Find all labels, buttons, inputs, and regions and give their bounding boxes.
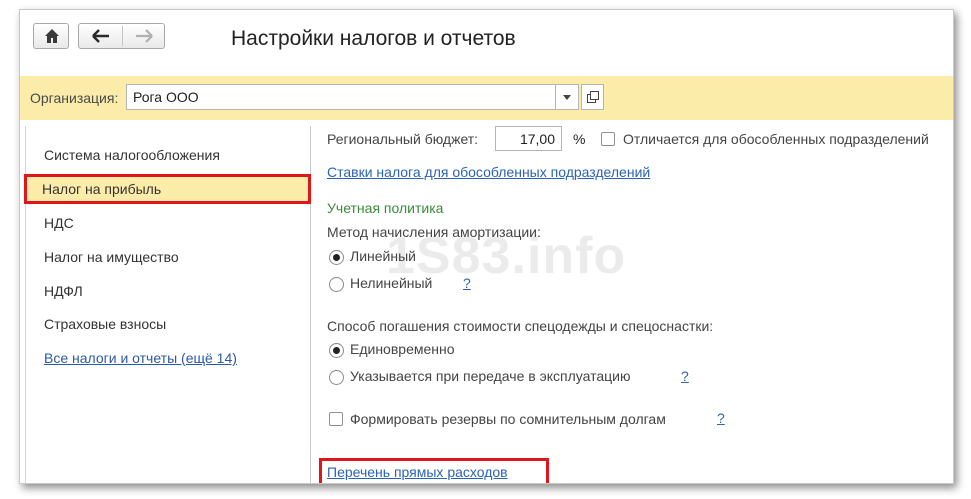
profit-tax-settings-panel: 1S83.info Региональный бюджет: 17,00 % О… xyxy=(318,122,953,483)
direct-costs-link[interactable]: Перечень прямых расходов xyxy=(327,464,508,480)
workwear-help-link[interactable]: ? xyxy=(681,368,689,384)
settings-window: Настройки налогов и отчетов Организация:… xyxy=(19,9,954,484)
chevron-down-icon xyxy=(563,95,571,100)
organization-dropdown-button[interactable] xyxy=(556,84,579,110)
sidebar-item-personal-income-tax[interactable]: НДФЛ xyxy=(26,276,308,306)
workwear-onetime-label: Единовременно xyxy=(350,341,455,357)
organization-open-button[interactable] xyxy=(581,84,604,110)
depreciation-nonlinear-radio[interactable] xyxy=(329,277,344,292)
navigation-buttons xyxy=(78,23,165,49)
depreciation-linear-label: Линейный xyxy=(350,248,416,264)
regional-budget-input[interactable]: 17,00 xyxy=(495,126,562,151)
organization-field[interactable]: Рога ООО xyxy=(126,84,556,110)
workwear-label: Способ погашения стоимости спецодежды и … xyxy=(327,318,714,334)
workwear-on-transfer-radio[interactable] xyxy=(329,370,344,385)
sidebar-item-tax-system[interactable]: Система налогообложения xyxy=(26,140,308,170)
home-icon xyxy=(45,29,59,43)
percent-label: % xyxy=(573,131,586,147)
sidebar-item-vat[interactable]: НДС xyxy=(26,208,308,238)
all-taxes-link[interactable]: Все налоги и отчеты (ещё 14) xyxy=(44,350,237,366)
differs-checkbox[interactable] xyxy=(601,132,615,146)
sidebar-item-profit-tax[interactable]: Налог на прибыль xyxy=(24,174,311,204)
sidebar-item-property-tax[interactable]: Налог на имущество xyxy=(26,242,308,272)
depreciation-linear-radio[interactable] xyxy=(329,250,344,265)
differs-checkbox-label: Отличается для обособленных подразделени… xyxy=(623,131,929,147)
reserves-help-link[interactable]: ? xyxy=(717,410,725,426)
window-title: Настройки налогов и отчетов xyxy=(231,27,516,50)
workwear-onetime-radio[interactable] xyxy=(329,343,344,358)
all-taxes-link-row: Все налоги и отчеты (ещё 14) xyxy=(26,343,308,373)
depreciation-nonlinear-label: Нелинейный xyxy=(350,275,433,291)
rates-link[interactable]: Ставки налога для обособленных подраздел… xyxy=(327,164,650,180)
accounting-policy-heading: Учетная политика xyxy=(327,200,444,216)
reserves-checkbox-label: Формировать резервы по сомнительным долг… xyxy=(350,411,666,427)
arrow-left-icon xyxy=(92,29,109,43)
workwear-on-transfer-label: Указывается при передаче в эксплуатацию xyxy=(350,368,631,384)
tax-sections-sidebar: Система налогообложения Налог на прибыль… xyxy=(24,126,311,483)
depreciation-help-link[interactable]: ? xyxy=(463,275,471,291)
forward-button[interactable] xyxy=(123,24,164,48)
organization-label: Организация: xyxy=(30,90,119,106)
depreciation-label: Метод начисления амортизации: xyxy=(327,224,541,240)
back-button[interactable] xyxy=(79,24,122,48)
open-window-icon xyxy=(587,91,599,103)
home-button[interactable] xyxy=(33,23,69,49)
organization-bar: Организация: Рога ООО xyxy=(20,76,953,120)
arrow-right-icon xyxy=(136,29,153,43)
sidebar-item-insurance-contributions[interactable]: Страховые взносы xyxy=(26,309,308,339)
reserves-checkbox[interactable] xyxy=(329,412,343,426)
regional-budget-label: Региональный бюджет: xyxy=(327,131,479,147)
